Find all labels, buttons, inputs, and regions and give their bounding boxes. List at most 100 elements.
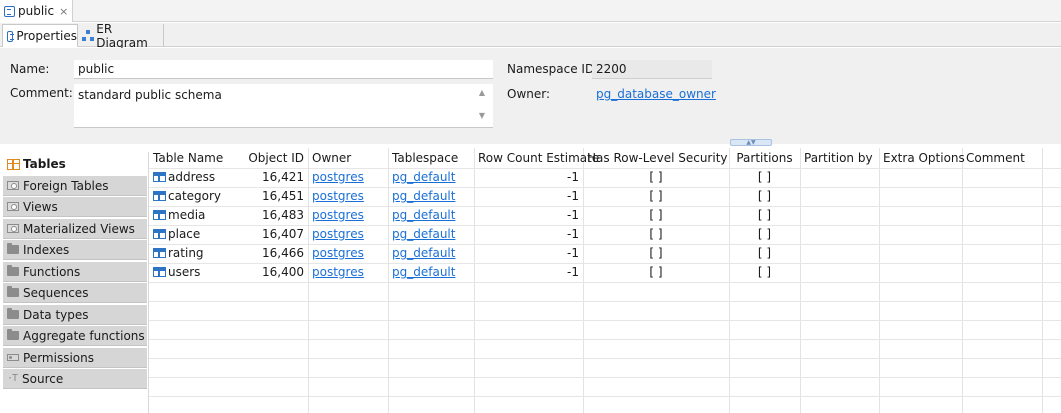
cell-table-name[interactable]: address xyxy=(149,168,229,187)
nav-item-source[interactable]: ·T Source xyxy=(3,369,147,389)
cell-row-count: -1 xyxy=(567,170,579,184)
table-icon xyxy=(153,267,166,277)
cell-tablespace-link[interactable]: pg_default xyxy=(388,244,459,263)
cell-object-id: 16,483 xyxy=(262,208,304,222)
column-header-row-count-estimate[interactable]: Row Count Estimate xyxy=(474,148,599,168)
cell-partitions-checkbox[interactable]: [ ] xyxy=(729,244,800,263)
comment-scrollbar[interactable]: ▲ ▼ xyxy=(472,85,492,127)
cell-row-count: -1 xyxy=(567,189,579,203)
cell-tablespace-link[interactable]: pg_default xyxy=(388,168,459,187)
column-header-object-id[interactable]: Object ID xyxy=(229,148,308,168)
key-icon xyxy=(7,354,19,361)
cell-partitions-checkbox[interactable]: [ ] xyxy=(729,187,800,206)
cell-table-name[interactable]: category xyxy=(149,187,229,206)
tab-er-diagram-label: ER Diagram xyxy=(96,21,148,50)
cell-rls-checkbox[interactable]: [ ] xyxy=(583,263,729,282)
nav-item-functions[interactable]: Functions xyxy=(3,262,147,282)
table-name-text: rating xyxy=(168,246,204,260)
nav-item-materialized-views[interactable]: Materialized Views xyxy=(3,219,147,239)
cell-row-count: -1 xyxy=(567,246,579,260)
properties-panel: Name: public Comment: standard public sc… xyxy=(0,48,1061,144)
nav-item-sequences[interactable]: Sequences xyxy=(3,283,147,303)
cell-row-count: -1 xyxy=(567,227,579,241)
properties-icon xyxy=(7,30,15,42)
close-icon[interactable]: × xyxy=(59,5,68,18)
cell-owner-link[interactable]: postgres xyxy=(308,244,368,263)
table-icon xyxy=(153,229,166,239)
cell-rls-checkbox[interactable]: [ ] xyxy=(583,244,729,263)
table-name-text: media xyxy=(168,208,206,222)
tab-properties-label: Properties xyxy=(16,29,77,43)
cell-tablespace-link[interactable]: pg_default xyxy=(388,187,459,206)
nav-item-foreign-tables[interactable]: Foreign Tables xyxy=(3,176,147,196)
namespace-id-field[interactable]: 2200 xyxy=(592,60,712,79)
cell-table-name[interactable]: users xyxy=(149,263,229,282)
cell-row-count: -1 xyxy=(567,265,579,279)
nav-item-indexes[interactable]: Indexes xyxy=(3,240,147,260)
tables-grid: Table Name Object ID Owner Tablespace Ro… xyxy=(149,148,1061,413)
column-header-row-level-security[interactable]: Has Row-Level Security xyxy=(583,148,729,168)
name-label: Name: xyxy=(10,62,50,76)
schema-icon xyxy=(4,5,15,17)
column-header-partitions[interactable]: Partitions xyxy=(729,148,800,168)
cell-rls-checkbox[interactable]: [ ] xyxy=(583,168,729,187)
cell-rls-checkbox[interactable]: [ ] xyxy=(583,206,729,225)
folder-icon xyxy=(7,329,19,340)
name-field[interactable]: public xyxy=(74,60,493,79)
cell-partitions-checkbox[interactable]: [ ] xyxy=(729,168,800,187)
nav-item-tables[interactable]: Tables xyxy=(3,154,147,174)
cell-partitions-checkbox[interactable]: [ ] xyxy=(729,206,800,225)
column-header-extra-options[interactable]: Extra Options xyxy=(879,148,965,168)
sub-tab-bar: Properties ER Diagram xyxy=(0,21,1061,50)
editor-tab-public[interactable]: public × xyxy=(0,0,73,22)
cell-tablespace-link[interactable]: pg_default xyxy=(388,206,459,225)
owner-link[interactable]: pg_database_owner xyxy=(596,87,716,101)
cell-rls-checkbox[interactable]: [ ] xyxy=(583,187,729,206)
column-header-table-name[interactable]: Table Name xyxy=(149,148,229,168)
source-icon: ·T xyxy=(7,373,18,384)
cell-partitions-checkbox[interactable]: [ ] xyxy=(729,225,800,244)
table-name-text: category xyxy=(168,189,222,203)
tab-er-diagram[interactable]: ER Diagram xyxy=(78,21,164,50)
view-icon xyxy=(7,202,19,211)
cell-rls-checkbox[interactable]: [ ] xyxy=(583,225,729,244)
table-icon xyxy=(153,191,166,201)
nav-item-label: Permissions xyxy=(23,350,94,365)
nav-item-label: Views xyxy=(23,199,58,214)
cell-owner-link[interactable]: postgres xyxy=(308,187,368,206)
cell-table-name[interactable]: rating xyxy=(149,244,229,263)
panel-splitter-handle[interactable]: ▲▼ xyxy=(730,139,772,146)
cell-owner-link[interactable]: postgres xyxy=(308,168,368,187)
folder-icon xyxy=(7,243,19,254)
tab-properties[interactable]: Properties xyxy=(2,24,78,47)
column-header-partition-by[interactable]: Partition by xyxy=(800,148,879,168)
editor-tab-title: public xyxy=(18,4,55,18)
cell-owner-link[interactable]: postgres xyxy=(308,206,368,225)
cell-tablespace-link[interactable]: pg_default xyxy=(388,225,459,244)
comment-field[interactable]: standard public schema xyxy=(74,84,493,128)
cell-partitions-checkbox[interactable]: [ ] xyxy=(729,263,800,282)
folder-icon xyxy=(7,265,19,276)
column-header-tablespace[interactable]: Tablespace xyxy=(388,148,474,168)
cell-owner-link[interactable]: postgres xyxy=(308,263,368,282)
nav-item-permissions[interactable]: Permissions xyxy=(3,348,147,368)
scroll-up-icon[interactable]: ▲ xyxy=(472,88,492,97)
nav-item-views[interactable]: Views xyxy=(3,197,147,217)
nav-item-label: Source xyxy=(22,371,64,386)
cell-table-name[interactable]: media xyxy=(149,206,229,225)
tables-icon xyxy=(7,158,20,170)
nav-item-label: Functions xyxy=(23,264,81,279)
nav-item-label: Tables xyxy=(23,157,66,171)
cell-owner-link[interactable]: postgres xyxy=(308,225,368,244)
folder-icon xyxy=(7,286,19,297)
nav-item-data-types[interactable]: Data types xyxy=(3,305,147,325)
table-icon xyxy=(153,172,166,182)
cell-object-id: 16,400 xyxy=(262,265,304,279)
cell-table-name[interactable]: place xyxy=(149,225,229,244)
column-header-comment[interactable]: Comment xyxy=(962,148,1042,168)
column-header-owner[interactable]: Owner xyxy=(308,148,388,168)
cell-tablespace-link[interactable]: pg_default xyxy=(388,263,459,282)
scroll-down-icon[interactable]: ▼ xyxy=(472,111,492,120)
nav-item-aggregate-functions[interactable]: Aggregate functions xyxy=(3,326,147,346)
owner-label: Owner: xyxy=(507,87,551,101)
